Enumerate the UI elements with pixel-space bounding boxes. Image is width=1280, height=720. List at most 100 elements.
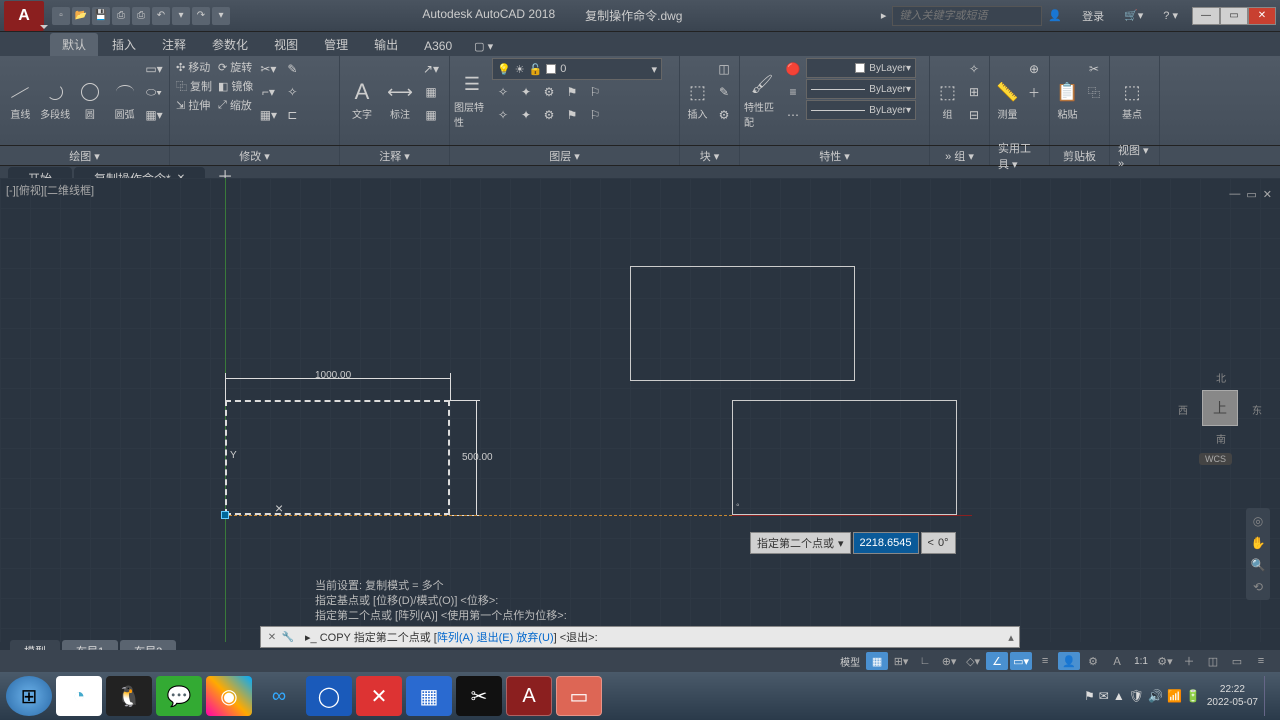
arc-button[interactable]: 圆弧	[108, 58, 141, 143]
qat-plot-icon[interactable]: ⎙	[132, 7, 150, 25]
tray-batt-icon[interactable]: 🔋	[1186, 689, 1201, 703]
status-plus-icon[interactable]: ＋	[1178, 652, 1200, 670]
tray-mail-icon[interactable]: ✉	[1099, 689, 1109, 703]
layer-s6-icon[interactable]: ✧	[492, 104, 514, 126]
taskbar-browser2[interactable]: ◯	[306, 676, 352, 716]
props-more-icon[interactable]: ⋯	[782, 104, 804, 126]
tab-featured-icon[interactable]: ▢ ▾	[466, 37, 501, 56]
start-button[interactable]: ⊞	[6, 676, 52, 716]
layer-s7-icon[interactable]: ✦	[515, 104, 537, 126]
taskbar-app-5[interactable]: ∞	[256, 676, 302, 716]
qat-open-icon[interactable]: 📂	[72, 7, 90, 25]
search-arrow-icon[interactable]: ▸	[875, 7, 893, 24]
annot-more-icon[interactable]: ▦	[420, 104, 442, 126]
draw-rect-icon[interactable]: ▭▾	[143, 58, 165, 80]
paste-button[interactable]: 📋粘贴	[1054, 58, 1081, 143]
cmd-opt-array[interactable]: 阵列(A)	[437, 632, 474, 644]
status-lwt-icon[interactable]: ≡	[1034, 652, 1056, 670]
dyn-distance-input[interactable]: 2218.6545	[853, 532, 919, 554]
panel-title-props[interactable]: 特性 ▾	[740, 146, 930, 165]
layer-s5-icon[interactable]: ⚐	[584, 81, 606, 103]
nav-pan-icon[interactable]: ✋	[1249, 534, 1267, 552]
array-icon[interactable]: ▦▾	[257, 104, 279, 126]
maximize-button[interactable]: ▭	[1220, 7, 1248, 25]
status-custom-icon[interactable]: ≡	[1250, 652, 1272, 670]
search-input[interactable]	[892, 6, 1042, 26]
layer-s2-icon[interactable]: ✦	[515, 81, 537, 103]
group-s1-icon[interactable]: ✧	[963, 58, 985, 80]
nav-zoom-icon[interactable]: 🔍	[1249, 556, 1267, 574]
nav-orbit-icon[interactable]: ⟲	[1249, 578, 1267, 596]
status-snap-icon[interactable]: ⊞▾	[890, 652, 912, 670]
qat-new-icon[interactable]: ▫	[52, 7, 70, 25]
qat-undo-dd-icon[interactable]: ▾	[172, 7, 190, 25]
cut-icon[interactable]: ✂	[1083, 58, 1105, 80]
status-sc-icon[interactable]: ⚙	[1082, 652, 1104, 670]
viewport-label[interactable]: [-][俯视][二维线框]	[6, 182, 94, 198]
tab-default[interactable]: 默认	[50, 33, 98, 56]
help-icon[interactable]: ? ▾	[1157, 7, 1184, 24]
status-qp-icon[interactable]: 👤	[1058, 652, 1080, 670]
erase-icon[interactable]: ✎	[281, 58, 303, 80]
layer-s1-icon[interactable]: ✧	[492, 81, 514, 103]
measure-s2-icon[interactable]: ＋	[1023, 81, 1045, 103]
show-desktop-button[interactable]	[1264, 676, 1274, 716]
status-iso-icon[interactable]: ◫	[1202, 652, 1224, 670]
taskbar-browser1[interactable]: ◉	[206, 676, 252, 716]
cmd-opt-undo[interactable]: 放弃(U)	[516, 632, 553, 644]
tray-net-icon[interactable]: 🔊	[1148, 689, 1163, 703]
layer-combo[interactable]: 💡 ☀ 🔓 0 ▾	[492, 58, 662, 80]
block-edit-icon[interactable]: ✎	[713, 81, 735, 103]
fillet-icon[interactable]: ⌐▾	[257, 81, 279, 103]
status-osnap-icon[interactable]: ◇▾	[962, 652, 984, 670]
table-icon[interactable]: ▦	[420, 81, 442, 103]
status-polar-icon[interactable]: ⊕▾	[938, 652, 960, 670]
block-create-icon[interactable]: ◫	[713, 58, 735, 80]
copy-clip-icon[interactable]: ⿻	[1083, 81, 1105, 103]
measure-s1-icon[interactable]: ⊕	[1023, 58, 1045, 80]
draw-hatch-icon[interactable]: ▦▾	[143, 104, 165, 126]
block-attr-icon[interactable]: ⚙	[713, 104, 735, 126]
measure-button[interactable]: 📏测量	[994, 58, 1021, 143]
taskbar-wechat[interactable]: 💬	[156, 676, 202, 716]
tab-view[interactable]: 视图	[262, 33, 310, 56]
login-button[interactable]: 登录	[1076, 6, 1110, 26]
trim-icon[interactable]: ✂▾	[257, 58, 279, 80]
taskbar-qq[interactable]: 🐧	[106, 676, 152, 716]
app-logo[interactable]: A	[4, 1, 44, 31]
signin-icon[interactable]: 👤	[1042, 7, 1068, 24]
group-button[interactable]: ⬚组	[934, 58, 961, 143]
panel-title-modify[interactable]: 修改 ▾	[170, 146, 340, 165]
dyn-angle-input[interactable]: < 0°	[921, 532, 956, 554]
taskbar-wps[interactable]: ✕	[356, 676, 402, 716]
cmd-history-toggle-icon[interactable]: ▴	[1003, 631, 1019, 644]
drawing-canvas[interactable]: — ▭ ✕ × 1000.00 500.00 Y ◦ 指定第二个点或▾ 2218…	[0, 178, 1280, 642]
status-dyn-icon[interactable]: ▭▾	[1010, 652, 1032, 670]
system-clock[interactable]: 22:22 2022-05-07	[1207, 683, 1258, 709]
stretch-button[interactable]: ⇲拉伸	[174, 96, 214, 114]
tab-annotate[interactable]: 注释	[150, 33, 198, 56]
taskbar-editor[interactable]: ✂	[456, 676, 502, 716]
leader-icon[interactable]: ↗▾	[420, 58, 442, 80]
text-button[interactable]: A文字	[344, 58, 380, 143]
props-color-icon[interactable]: 🔴	[782, 58, 804, 80]
nav-wheel-icon[interactable]: ◎	[1249, 512, 1267, 530]
qat-undo-icon[interactable]: ↶	[152, 7, 170, 25]
panel-title-view[interactable]: 视图 ▾ »	[1110, 146, 1160, 165]
status-clean-icon[interactable]: ▭	[1226, 652, 1248, 670]
taskbar-ppt[interactable]: ▭	[556, 676, 602, 716]
qat-saveas-icon[interactable]: ⎙	[112, 7, 130, 25]
wcs-label[interactable]: WCS	[1199, 453, 1232, 465]
viewcube[interactable]: 北 南 西 东 上	[1190, 378, 1250, 438]
copy-button[interactable]: ⿻复制	[174, 77, 214, 95]
panel-title-util[interactable]: 实用工具 ▾	[990, 146, 1050, 165]
props-list-icon[interactable]: ≡	[782, 81, 804, 103]
insert-block-button[interactable]: ⬚插入	[684, 58, 711, 143]
tab-manage[interactable]: 管理	[312, 33, 360, 56]
qat-redo-icon[interactable]: ↷	[192, 7, 210, 25]
panel-title-draw[interactable]: 绘图 ▾	[0, 146, 170, 165]
explode-icon[interactable]: ✧	[281, 81, 303, 103]
panel-title-clip[interactable]: 剪贴板	[1050, 146, 1110, 165]
layer-props-button[interactable]: ☰图层特性	[454, 58, 490, 143]
panel-title-annot[interactable]: 注释 ▾	[340, 146, 450, 165]
